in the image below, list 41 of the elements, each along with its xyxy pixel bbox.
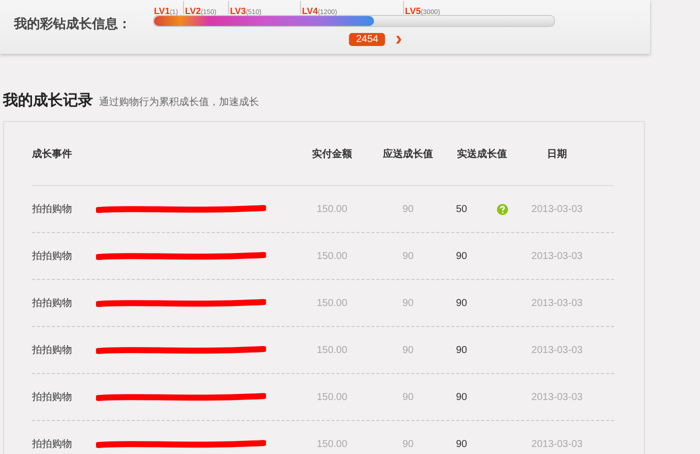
table-cell-text: 150.00 xyxy=(316,204,348,214)
column-header: 成长事件 xyxy=(32,148,73,160)
table-cell-text: 2013-03-03 xyxy=(530,250,584,262)
table-cell-text: 90 xyxy=(456,250,468,262)
table-cell-text: 90 xyxy=(456,344,468,356)
section-title: 我的成长记录 xyxy=(3,91,93,110)
table-cell-text: 150.00 xyxy=(316,392,348,402)
growth-label: 我的彩钻成长信息： xyxy=(14,15,132,33)
table-cell-text: 150.00 xyxy=(316,344,348,356)
table-cell-text: 拍拍购物 xyxy=(32,250,73,263)
table-cell-text: 2013-03-03 xyxy=(530,392,584,402)
table-cell-text: 150.00 xyxy=(316,250,348,262)
table-cell-text: 拍拍购物 xyxy=(32,438,73,451)
column-header: 应送成长值 xyxy=(382,147,434,160)
table-cell-text: 90 xyxy=(401,204,415,214)
table-cell-text: 2013-03-03 xyxy=(530,298,584,308)
table-cell-text: 90 xyxy=(401,392,415,402)
growth-value-badge: 2454 xyxy=(349,32,386,46)
table-cell-text: 拍拍购物 xyxy=(32,202,73,216)
table-cell-text: 2013-03-03 xyxy=(530,344,584,356)
table-cell-text: 90 xyxy=(401,298,415,308)
table-cell-text: 拍拍购物 xyxy=(32,344,73,357)
table-cell-text: 2013-03-03 xyxy=(530,438,584,450)
table-cell-text: 90 xyxy=(401,250,415,262)
column-header: 实付金额 xyxy=(311,147,353,160)
table-cell-text: 90 xyxy=(456,438,468,450)
table-cell-text: 90 xyxy=(456,392,468,402)
table-cell-text: 90 xyxy=(401,438,415,450)
table-cell-text: 拍拍购物 xyxy=(32,296,73,310)
table-cell-text: 150.00 xyxy=(316,298,348,308)
column-header: 实送成长值 xyxy=(456,147,508,160)
table-cell-text: 90 xyxy=(456,298,468,308)
table-cell-text: 2013-03-03 xyxy=(530,204,584,214)
table-cell-text: 90 xyxy=(401,344,415,356)
help-icon[interactable] xyxy=(497,204,508,214)
next-arrow[interactable]: › xyxy=(395,32,402,46)
table-cell-text: 150.00 xyxy=(316,438,348,450)
section-subtitle: 通过购物行为累积成长值，加速成长 xyxy=(99,96,259,109)
table-cell-text: 拍拍购物 xyxy=(32,390,73,404)
table-cell-text: 50 xyxy=(456,204,468,214)
column-header: 日期 xyxy=(546,148,568,160)
